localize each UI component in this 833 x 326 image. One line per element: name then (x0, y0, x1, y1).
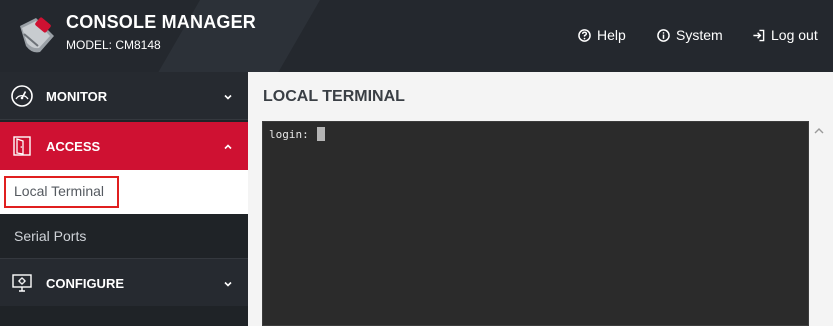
logout-link[interactable]: Log out (752, 27, 818, 43)
chevron-up-icon (224, 144, 232, 150)
header-decoration (158, 0, 320, 72)
gauge-icon (11, 85, 33, 107)
sidebar-item-label: Serial Ports (14, 228, 87, 244)
sidebar-label-configure: CONFIGURE (46, 276, 124, 291)
chevron-down-icon (224, 94, 232, 100)
app-title: CONSOLE MANAGER (66, 12, 257, 32)
sidebar-label-monitor: MONITOR (46, 89, 108, 104)
system-link[interactable]: System (657, 27, 723, 43)
help-icon (578, 28, 591, 42)
chevron-down-icon (224, 281, 232, 287)
sidebar: MONITOR ACCESS Local Terminal Serial Por… (0, 72, 248, 326)
info-icon (657, 28, 670, 42)
model-label: MODEL: CM8148 (66, 38, 161, 52)
monitor-gear-icon (12, 274, 32, 292)
main-content: LOCAL TERMINAL login: (248, 72, 833, 326)
terminal-prompt: login: (269, 128, 309, 141)
logout-icon (753, 29, 765, 41)
sidebar-label-access: ACCESS (46, 139, 101, 154)
sidebar-item-local-terminal[interactable]: Local Terminal (0, 170, 248, 214)
scroll-up-arrow-icon[interactable] (813, 126, 825, 136)
console-manager-logo-icon (20, 17, 54, 53)
logout-label: Log out (771, 27, 818, 43)
sidebar-section-monitor[interactable]: MONITOR (0, 72, 248, 120)
help-link[interactable]: Help (578, 27, 626, 43)
page-title: LOCAL TERMINAL (263, 88, 405, 105)
door-icon (13, 136, 31, 156)
terminal-window[interactable]: login: (262, 121, 809, 326)
terminal-cursor (317, 127, 325, 141)
sidebar-item-label: Local Terminal (14, 183, 105, 199)
help-label: Help (597, 27, 626, 43)
app-header: CONSOLE MANAGER MODEL: CM8148 Help Syste… (0, 0, 833, 72)
system-label: System (676, 27, 723, 43)
sidebar-section-access[interactable]: ACCESS (0, 122, 248, 170)
sidebar-item-serial-ports[interactable]: Serial Ports (0, 214, 248, 258)
sidebar-section-configure[interactable]: CONFIGURE (0, 258, 248, 306)
